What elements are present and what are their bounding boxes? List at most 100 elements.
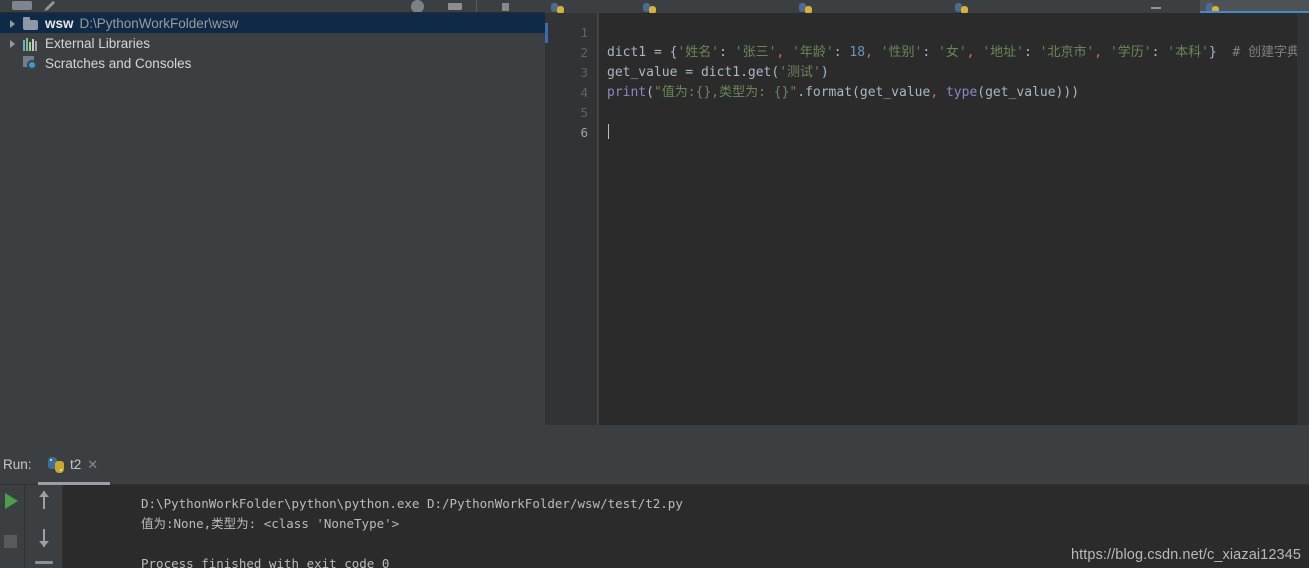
stop-button[interactable] — [4, 535, 17, 548]
code-token: 18 — [849, 45, 866, 60]
editor-run-splitter[interactable] — [0, 425, 1309, 445]
code-token: } — [1208, 45, 1217, 60]
scroll-up-icon[interactable] — [38, 491, 50, 509]
minimize-icon[interactable] — [1145, 0, 1205, 13]
run-panel-header: Run: t2 ✕ — [0, 445, 1309, 485]
window-icon[interactable] — [12, 1, 32, 10]
code-token: ( — [646, 85, 654, 100]
code-token: # 创建字典 — [1232, 45, 1301, 60]
line-number: 4 — [580, 85, 588, 100]
toolbar-separator — [476, 0, 477, 12]
code-token: , — [966, 45, 975, 60]
sidebar-item-wsw[interactable]: wsw D:\PythonWorkFolder\wsw — [0, 13, 545, 33]
console-line: D:\PythonWorkFolder\python\python.exe D:… — [141, 496, 683, 511]
python-file-icon — [955, 2, 968, 13]
gutter-divider — [597, 13, 598, 425]
sidebar-item-label: External Libraries — [45, 35, 151, 51]
python-file-icon — [551, 2, 564, 13]
code-token: ) — [820, 65, 829, 80]
code-line — [599, 123, 1309, 143]
folder-icon — [23, 15, 39, 31]
help-circle-icon[interactable] — [411, 0, 424, 12]
code-token: '北京市' — [1039, 45, 1095, 60]
code-token: type — [945, 85, 978, 100]
code-token: "值为:{},类型为: {}" — [653, 85, 798, 100]
code-token: : — [922, 45, 931, 60]
code-token: , — [930, 85, 939, 100]
line-number: 5 — [580, 105, 588, 120]
code-token: .format(get_value — [797, 85, 931, 100]
run-controls-left — [0, 485, 25, 568]
run-tab-t2[interactable]: t2 ✕ — [38, 445, 111, 485]
code-token: '女' — [938, 45, 967, 60]
editor-scrollbar[interactable] — [1297, 13, 1309, 425]
code-token: dict1 — [700, 65, 741, 80]
python-file-icon — [643, 2, 656, 13]
code-token: '年龄' — [792, 45, 834, 60]
code-token: '测试' — [779, 65, 821, 80]
editor-tab-bar — [545, 0, 1309, 13]
code-token: .get( — [740, 65, 780, 80]
line-number: 3 — [580, 65, 588, 80]
code-line: dict1 = {'姓名': '张三', '年龄': 18, '性别': '女'… — [599, 43, 1309, 63]
code-token: : — [833, 45, 842, 60]
gutter-marker — [545, 23, 548, 43]
code-token: '张三' — [734, 45, 777, 60]
run-tab-label: t2 — [70, 457, 82, 472]
soft-wrap-icon[interactable] — [35, 561, 53, 564]
editor-tab-1[interactable] — [545, 0, 637, 13]
project-tool-window: wsw D:\PythonWorkFolder\wsw External Lib… — [0, 13, 545, 445]
sidebar-item-label: wsw — [45, 15, 74, 31]
editor-tab-4[interactable] — [949, 0, 1145, 13]
code-token: : — [1023, 45, 1032, 60]
monitor-icon[interactable] — [448, 3, 462, 10]
editor-gutter[interactable]: 1 2 3 4 5 6 — [545, 13, 599, 425]
line-number: 1 — [580, 25, 588, 40]
editor-tab-3[interactable] — [793, 0, 949, 13]
libraries-icon — [23, 35, 39, 51]
chevron-right-icon[interactable] — [8, 19, 17, 28]
sidebar-item-path: D:\PythonWorkFolder\wsw — [79, 15, 239, 31]
code-line: print("值为:{},类型为: {}".format(get_value, … — [599, 83, 1309, 103]
code-token: '姓名' — [677, 45, 720, 60]
pencil-icon[interactable] — [44, 0, 55, 11]
code-token: '本科' — [1167, 45, 1209, 60]
sidebar-item-label: Scratches and Consoles — [45, 55, 192, 71]
code-token: print — [607, 85, 647, 100]
code-token: '性别' — [880, 45, 923, 60]
editor-text-area[interactable]: dict1 = {'姓名': '张三', '年龄': 18, '性别': '女'… — [599, 13, 1309, 425]
code-token: , — [1094, 45, 1103, 60]
run-button[interactable] — [5, 493, 18, 509]
run-label: Run: — [3, 457, 32, 472]
run-controls-secondary — [25, 485, 63, 568]
line-number: 2 — [580, 45, 588, 60]
code-editor[interactable]: 1 2 3 4 5 6 dict1 = {'姓名': '张三', '年龄': 1… — [545, 13, 1309, 425]
code-token: = — [653, 45, 670, 60]
editor-tab-2[interactable] — [637, 0, 793, 13]
code-token: : — [719, 45, 727, 60]
code-token: get_value — [607, 65, 686, 80]
chevron-right-icon[interactable] — [8, 39, 17, 48]
close-icon[interactable]: ✕ — [87, 458, 98, 471]
code-token: (get_value))) — [977, 85, 1080, 100]
run-tool-window: Run: t2 ✕ D:\PythonWorkFolder\python\pyt… — [0, 445, 1309, 568]
sidebar-item-external-libraries[interactable]: External Libraries — [0, 33, 545, 53]
code-token: dict1 — [607, 45, 654, 60]
scroll-down-icon[interactable] — [38, 529, 50, 547]
dot-icon[interactable] — [502, 3, 509, 11]
sidebar-item-scratches-and-consoles[interactable]: Scratches and Consoles — [0, 53, 545, 73]
python-logo-icon — [48, 456, 64, 473]
watermark-text: https://blog.csdn.net/c_xiazai12345 — [1070, 547, 1301, 563]
line-number-current: 6 — [580, 125, 588, 140]
console-line: 值为:None,类型为: <class 'NoneType'> — [141, 516, 400, 531]
